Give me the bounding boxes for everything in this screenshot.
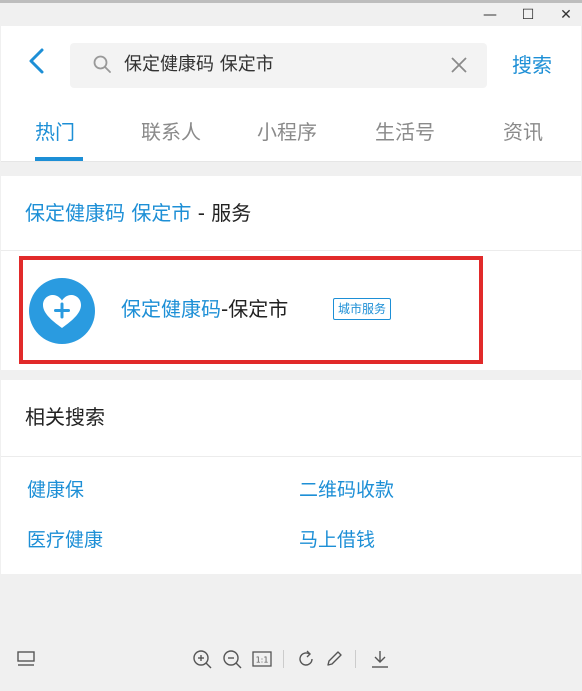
window-top-border <box>0 0 582 3</box>
service-title-suffix: - 服务 <box>191 201 252 225</box>
viewer-toolbar: 1:1 <box>1 640 581 680</box>
layout-icon <box>17 651 35 666</box>
rotate-button[interactable] <box>295 648 317 670</box>
maximize-button[interactable]: ☐ <box>520 7 536 23</box>
download-button[interactable] <box>369 648 391 670</box>
service-name-keyword: 保定健康码 <box>121 297 221 321</box>
tab-hot[interactable]: 热门 <box>35 116 75 148</box>
service-section-title: 保定健康码 保定市 - 服务 <box>25 198 251 228</box>
zoom-out-icon <box>223 650 242 669</box>
service-name-suffix: -保定市 <box>221 297 289 321</box>
rotate-icon <box>299 650 313 666</box>
related-link-medical-health[interactable]: 医疗健康 <box>27 526 103 554</box>
section-gap <box>1 162 581 176</box>
zoom-in-icon <box>193 650 212 669</box>
toolbar-separator <box>283 650 284 668</box>
service-name: 保定健康码-保定市 <box>121 294 288 324</box>
search-query-text: 保定健康码 保定市 <box>124 54 274 75</box>
search-button[interactable]: 搜索 <box>512 51 552 79</box>
app-icon <box>29 278 95 344</box>
actual-size-icon: 1:1 <box>252 651 272 667</box>
tab-news[interactable]: 资讯 <box>503 116 543 148</box>
edit-icon <box>327 651 342 666</box>
back-button[interactable] <box>25 46 49 76</box>
edit-button[interactable] <box>323 648 345 670</box>
service-title-keyword: 保定健康码 保定市 <box>25 201 192 225</box>
tab-bar: 热门 联系人 小程序 生活号 资讯 <box>1 106 581 162</box>
heart-plus-icon <box>43 295 81 328</box>
tab-mini-programs[interactable]: 小程序 <box>257 116 317 148</box>
related-search-title: 相关搜索 <box>25 405 105 429</box>
chevron-left-icon <box>29 48 44 74</box>
tab-contacts[interactable]: 联系人 <box>141 116 201 148</box>
related-link-instant-loan[interactable]: 马上借钱 <box>299 526 375 554</box>
search-icon <box>93 55 111 73</box>
layout-button[interactable] <box>15 648 37 670</box>
actual-size-label: 1:1 <box>256 656 269 665</box>
related-link-qr-payment[interactable]: 二维码收款 <box>299 476 394 504</box>
clear-icon[interactable] <box>450 56 468 74</box>
zoom-in-button[interactable] <box>191 648 213 670</box>
divider <box>1 456 581 457</box>
related-link-health-insurance[interactable]: 健康保 <box>27 476 84 504</box>
minimize-button[interactable]: — <box>482 7 498 23</box>
close-button[interactable]: ✕ <box>558 7 574 23</box>
divider <box>1 250 581 251</box>
city-service-badge: 城市服务 <box>333 298 392 320</box>
download-icon <box>372 651 388 668</box>
toolbar-separator <box>355 650 356 668</box>
search-header: 保定健康码 保定市 搜索 <box>1 26 581 106</box>
zoom-out-button[interactable] <box>221 648 243 670</box>
actual-size-button[interactable]: 1:1 <box>251 648 273 670</box>
service-result-item[interactable]: 保定健康码-保定市 城市服务 <box>19 256 483 364</box>
tab-life-accounts[interactable]: 生活号 <box>375 116 435 148</box>
search-input[interactable]: 保定健康码 保定市 <box>70 43 487 88</box>
active-tab-indicator <box>35 157 83 161</box>
window-controls: — ☐ ✕ <box>482 4 574 26</box>
app-window: 保定健康码 保定市 搜索 热门 联系人 小程序 生活号 资讯 保定健康码 保定市… <box>1 26 581 690</box>
section-gap <box>1 370 581 380</box>
